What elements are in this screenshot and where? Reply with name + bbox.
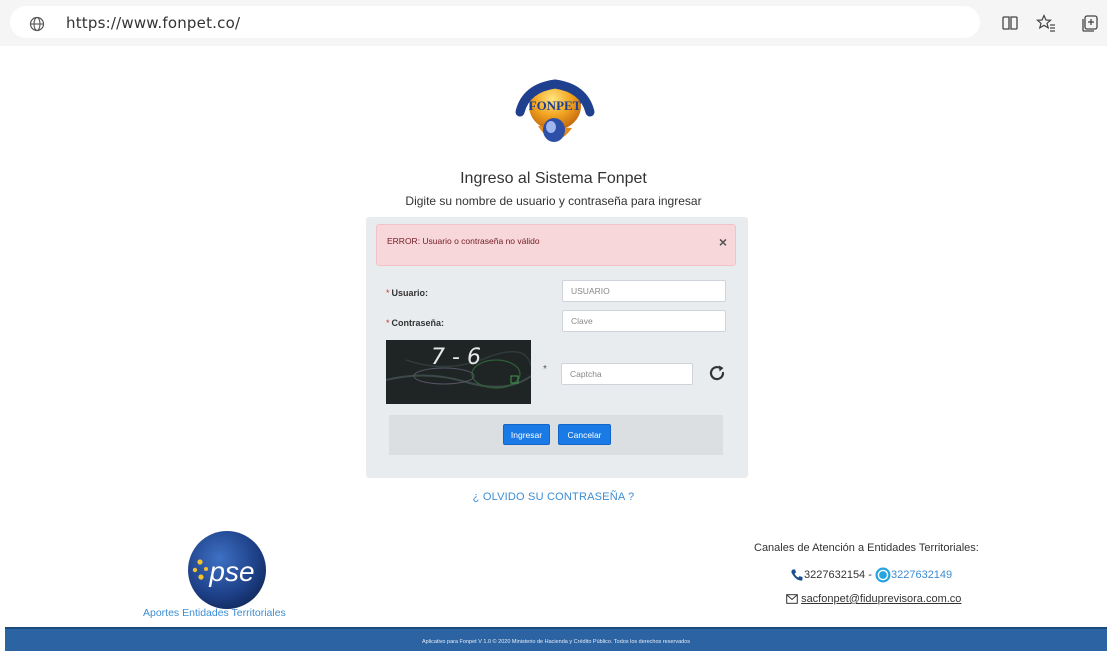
- forgot-password-link[interactable]: ¿ OLVIDO SU CONTRASEÑA ?: [0, 491, 1107, 503]
- page-title: Ingreso al Sistema Fonpet: [460, 170, 647, 187]
- error-message: ERROR: Usuario o contraseña no válido: [387, 236, 540, 246]
- page-subtitle: Digite su nombre de usuario y contraseña…: [405, 194, 702, 208]
- close-alert-button[interactable]: ×: [719, 235, 727, 249]
- password-input[interactable]: [562, 310, 726, 332]
- captcha-image: 7 - 6: [386, 340, 531, 404]
- fonpet-logo: FONPET: [515, 79, 595, 142]
- phone-number[interactable]: 3227632154: [804, 569, 865, 581]
- browser-toolbar: https://www.fonpet.co/: [0, 0, 1107, 46]
- favorites-icon[interactable]: [1036, 13, 1056, 33]
- phone-row: 3227632154 - 3227632149: [790, 567, 952, 583]
- captcha-input[interactable]: [561, 363, 693, 385]
- login-button[interactable]: Ingresar: [503, 424, 550, 445]
- globe-icon: [29, 16, 45, 32]
- button-bar: [389, 415, 723, 455]
- error-alert: ERROR: Usuario o contraseña no válido ×: [376, 224, 736, 266]
- whatsapp-icon: [875, 567, 891, 583]
- pse-logo[interactable]: pse: [186, 529, 268, 611]
- required-mark: *: [386, 288, 390, 298]
- pse-caption[interactable]: Aportes Entidades Territoriales: [143, 607, 286, 619]
- url-text[interactable]: https://www.fonpet.co/: [66, 14, 240, 32]
- username-input[interactable]: [562, 280, 726, 302]
- collections-icon[interactable]: [1080, 13, 1100, 33]
- required-mark: *: [543, 364, 547, 375]
- email-link[interactable]: sacfonpet@fiduprevisora.com.co: [801, 593, 961, 605]
- email-row: sacfonpet@fiduprevisora.com.co: [786, 593, 961, 605]
- required-mark: *: [386, 318, 390, 328]
- footer: Aplicativo para Fonpet V 1.0 © 2020 Mini…: [5, 627, 1107, 651]
- contact-title: Canales de Atención a Entidades Territor…: [754, 542, 979, 554]
- cancel-button[interactable]: Cancelar: [558, 424, 611, 445]
- refresh-icon[interactable]: [708, 364, 726, 382]
- password-label: * Contraseña:: [386, 318, 445, 328]
- footer-text: Aplicativo para Fonpet V 1.0 © 2020 Mini…: [421, 639, 691, 645]
- whatsapp-number[interactable]: 3227632149: [891, 569, 952, 581]
- pse-logo-text: pse: [208, 556, 254, 587]
- reading-view-icon[interactable]: [1000, 13, 1020, 33]
- logo-text: FONPET: [529, 98, 582, 113]
- phone-icon: [791, 569, 803, 581]
- captcha-text: 7 - 6: [431, 345, 481, 370]
- mail-icon: [786, 594, 798, 604]
- user-label: * Usuario:: [386, 288, 429, 298]
- phone-separator: -: [868, 569, 872, 581]
